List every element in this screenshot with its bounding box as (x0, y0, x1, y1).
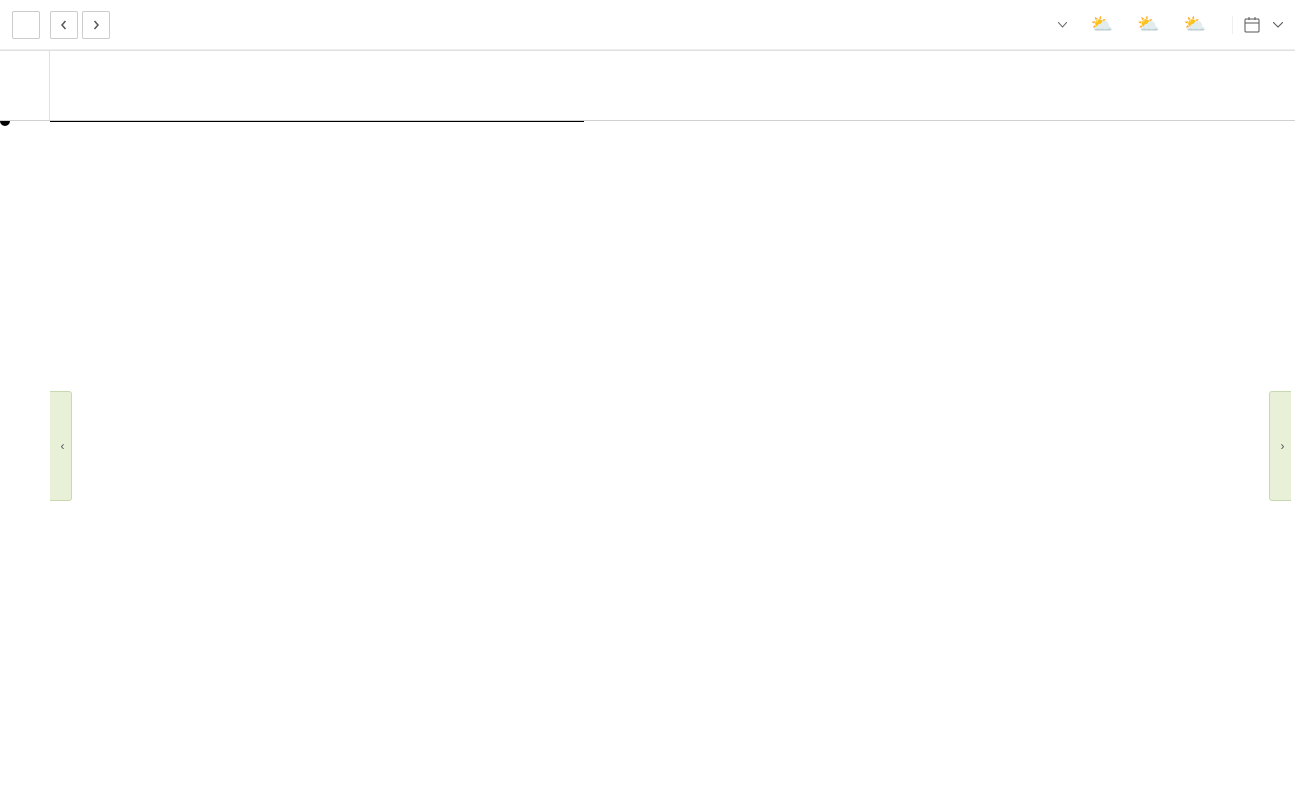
toolbar: ⛅ ⛅ ⛅ (0, 0, 1295, 50)
weather-strip: ⛅ ⛅ ⛅ (1091, 14, 1212, 35)
calendar: ‹ › (0, 50, 1295, 771)
nav-buttons (50, 11, 110, 39)
weather-icon: ⛅ (1184, 14, 1206, 35)
today-button[interactable] (12, 11, 40, 39)
next-appointment-tab[interactable]: › (1269, 391, 1291, 501)
chevron-right-icon (91, 20, 101, 30)
view-switcher[interactable] (1232, 16, 1283, 34)
chevron-left-icon (59, 20, 69, 30)
time-scroll-area[interactable]: ‹ › (0, 121, 1295, 771)
location-selector[interactable] (1054, 22, 1067, 28)
chevron-left-icon: ‹ (61, 439, 65, 453)
chevron-down-icon (1273, 22, 1283, 28)
weather-tomorrow[interactable]: ⛅ (1137, 14, 1165, 35)
calendar-icon (1243, 16, 1261, 34)
caret-down-icon (1058, 22, 1067, 28)
next-button[interactable] (82, 11, 110, 39)
weather-day3[interactable]: ⛅ (1184, 14, 1212, 35)
now-indicator-line (50, 121, 584, 122)
prev-appointment-tab[interactable]: ‹ (50, 391, 72, 501)
chevron-right-icon: › (1281, 439, 1285, 453)
weather-icon: ⛅ (1137, 14, 1159, 35)
weather-icon: ⛅ (1091, 14, 1113, 35)
now-indicator-dot (0, 121, 10, 126)
allday-row (0, 51, 1295, 121)
weather-today[interactable]: ⛅ (1091, 14, 1119, 35)
prev-button[interactable] (50, 11, 78, 39)
